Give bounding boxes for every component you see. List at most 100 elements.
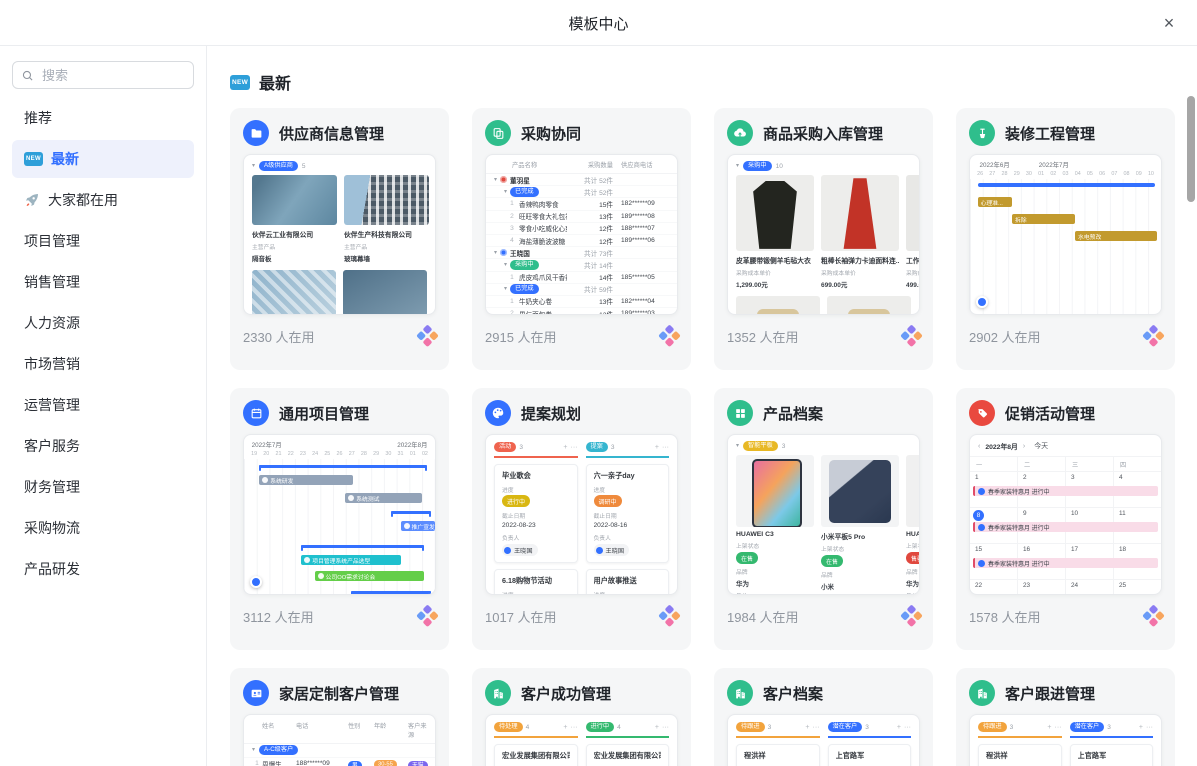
kanban-card: 上官路军公司宏图科技发展有限公司 xyxy=(1070,744,1154,766)
item-price: 1,299.00元 xyxy=(736,279,814,289)
phone-cell: 182******04 xyxy=(613,298,669,305)
template-card[interactable]: 通用项目管理2022年7月2022年8月19202122232425262728… xyxy=(230,388,449,650)
kanban-column-header: 提案3+··· xyxy=(586,442,670,458)
usage-count: 2330 人在用 xyxy=(243,327,315,346)
dialog-header: 模板中心 × xyxy=(0,0,1197,46)
day-number: 10 xyxy=(1071,510,1078,517)
gantt-bar: 系统研发 xyxy=(259,475,353,485)
qty-cell: 13件 xyxy=(567,296,613,306)
tag-cell: 天猫 xyxy=(408,759,427,766)
row-main: 1牛奶夹心卷 xyxy=(494,296,567,306)
usage-count: 1578 人在用 xyxy=(969,607,1041,626)
more-icon: ··· xyxy=(1146,724,1153,731)
template-title: 客户成功管理 xyxy=(521,683,611,704)
sidebar-item-4[interactable]: 销售管理 xyxy=(12,263,194,301)
item-name: 粗棒长袖弹力卡迪面料连... xyxy=(821,255,899,265)
template-card[interactable]: 客户档案待跟进3+···程洪祥公司同创科技发展有限公司潜在客户3+···上官路军… xyxy=(714,668,933,766)
template-card-header: 通用项目管理 xyxy=(243,400,436,426)
sidebar-item-8[interactable]: 客户服务 xyxy=(12,427,194,465)
brand-value: 华为 xyxy=(736,578,814,588)
field-label: 负责人 xyxy=(594,533,662,542)
huoban-logo-icon xyxy=(1141,604,1165,628)
qty-cell: 12件 xyxy=(567,223,613,233)
template-card[interactable]: 客户成功管理待处理4+···宏业发展集团有限公司日期2022-08-10进行中4… xyxy=(472,668,691,766)
template-card[interactable]: 商品采购入库管理▾采购中10皮革腰带锻侧羊毛毡大衣采购成本单价1,299.00元… xyxy=(714,108,933,370)
plus-icon: + xyxy=(655,444,659,451)
scrollbar-thumb[interactable] xyxy=(1187,96,1195,202)
template-grid: 供应商信息管理▾A级供应商5伙伴云工业有限公司主营产品隔音板伙伴生产科技有限公司… xyxy=(230,108,1197,766)
template-card[interactable]: 客户跟进管理待跟进3+···程洪祥公司同创科技发展有限公司潜在客户3+···上官… xyxy=(956,668,1175,766)
brand-label: 品牌 xyxy=(736,567,814,576)
sidebar-item-9[interactable]: 财务管理 xyxy=(12,468,194,506)
calendar-cell: 22 xyxy=(970,580,1017,595)
col-header: 性别 xyxy=(348,721,374,739)
template-card[interactable]: 采购协同产品名称采购数量供应商电话▾董羽星共计 52件▾已完成共计 52件1香辣… xyxy=(472,108,691,370)
avatar xyxy=(978,560,985,567)
phone-cell: 189******06 xyxy=(613,237,669,244)
gantt-day: 27 xyxy=(986,171,998,177)
table-row: ▾王晓国共计 73件 xyxy=(486,247,677,259)
brand-value: 小米 xyxy=(821,581,899,591)
weekday-label: 一 xyxy=(970,457,1017,471)
sidebar-item-5[interactable]: 人力资源 xyxy=(12,304,194,342)
day-number: 15 xyxy=(975,546,982,553)
folder-icon xyxy=(243,120,269,146)
sidebar-item-6[interactable]: 市场营销 xyxy=(12,345,194,383)
search-input[interactable] xyxy=(40,67,185,84)
template-card[interactable]: 产品档案▾智能平板3HUAWEI C3上架状态在售品牌华为售价小米平板5 Pro… xyxy=(714,388,933,650)
preview-image xyxy=(821,175,899,251)
avatar xyxy=(978,524,985,531)
field-value: 2022-08-23 xyxy=(502,522,570,529)
close-button[interactable]: × xyxy=(1157,11,1181,35)
table-row: 1虎皮鸡爪风干香辣味大袋装14件185******05 xyxy=(486,272,677,284)
sidebar-item-2[interactable]: 大家都在用 xyxy=(12,181,194,219)
row-index: 1 xyxy=(252,760,262,766)
item-price: 499.00元 xyxy=(906,279,919,289)
plus-icon: + xyxy=(655,724,659,731)
preview-group-count: 3 xyxy=(782,443,786,450)
sidebar-item-10[interactable]: 采购物流 xyxy=(12,509,194,547)
template-card-header: 采购协同 xyxy=(485,120,678,146)
kanban-card: 宏业发展集团有限公司日期2022-08-10 xyxy=(494,744,578,766)
product-name: 海盐薄脆波波糖 xyxy=(519,236,565,246)
template-title: 促销活动管理 xyxy=(1005,403,1095,424)
calendar-cell: 23 xyxy=(1017,580,1065,595)
template-card[interactable]: 供应商信息管理▾A级供应商5伙伴云工业有限公司主营产品隔音板伙伴生产科技有限公司… xyxy=(230,108,449,370)
logo-diamond xyxy=(913,610,923,620)
sidebar-nav: 推荐NEW最新大家都在用项目管理销售管理人力资源市场营销运营管理客户服务财务管理… xyxy=(12,99,194,588)
table-row: 2旺旺零食大礼包礼盒13件189******08 xyxy=(486,211,677,223)
logo-diamond xyxy=(1155,610,1165,620)
calendar-week: 15161718春季家装特惠月 进行中 xyxy=(970,544,1161,580)
status-badge: 售罄 xyxy=(906,552,919,564)
template-card[interactable]: 装修工程管理2022年6月2022年7月26272829300102030405… xyxy=(956,108,1175,370)
gantt-day: 10 xyxy=(1145,171,1157,177)
template-title: 装修工程管理 xyxy=(1005,123,1095,144)
sidebar-item-3[interactable]: 项目管理 xyxy=(12,222,194,260)
item-name: 伙伴云工业有限公司 xyxy=(252,229,337,239)
group-name: 董羽星 xyxy=(510,175,530,185)
sidebar-item-1[interactable]: NEW最新 xyxy=(12,140,194,178)
search-icon xyxy=(21,69,34,82)
weekday-label: 三 xyxy=(1065,457,1113,471)
template-title: 客户档案 xyxy=(763,683,823,704)
day-number: 25 xyxy=(1119,582,1126,589)
template-card[interactable]: 促销活动管理‹2022年8月›今天一二三四1234春季家装特惠月 进行中8910… xyxy=(956,388,1175,650)
caret-icon: ▾ xyxy=(494,250,497,256)
kanban-card-title: 程洪祥 xyxy=(744,751,812,761)
template-card[interactable]: 提案规划活动3+···毕业歌会进度进行中截止日期2022-08-23负责人王晓国… xyxy=(472,388,691,650)
qty-cell: 共计 59件 xyxy=(567,284,613,294)
preview-group-pill: 智能平板 xyxy=(743,441,778,451)
sidebar-item-0[interactable]: 推荐 xyxy=(12,99,194,137)
template-title: 商品采购入库管理 xyxy=(763,123,883,144)
sidebar-item-7[interactable]: 运营管理 xyxy=(12,386,194,424)
calendar-event: 春季家装特惠月 进行中 xyxy=(973,558,1158,568)
new-badge-icon: NEW xyxy=(230,75,250,90)
plus-icon: + xyxy=(1139,724,1143,731)
plus-icon: + xyxy=(563,444,567,451)
template-card[interactable]: 家居定制客户管理姓名电话性别年龄客户来源▾A-C级客户1周慢生188******… xyxy=(230,668,449,766)
search-box[interactable] xyxy=(12,61,194,89)
sidebar-item-label: 市场营销 xyxy=(24,354,80,374)
calendar-icon xyxy=(243,400,269,426)
preview-table-header: 产品名称采购数量供应商电话 xyxy=(486,155,677,174)
sidebar-item-11[interactable]: 产品研发 xyxy=(12,550,194,588)
